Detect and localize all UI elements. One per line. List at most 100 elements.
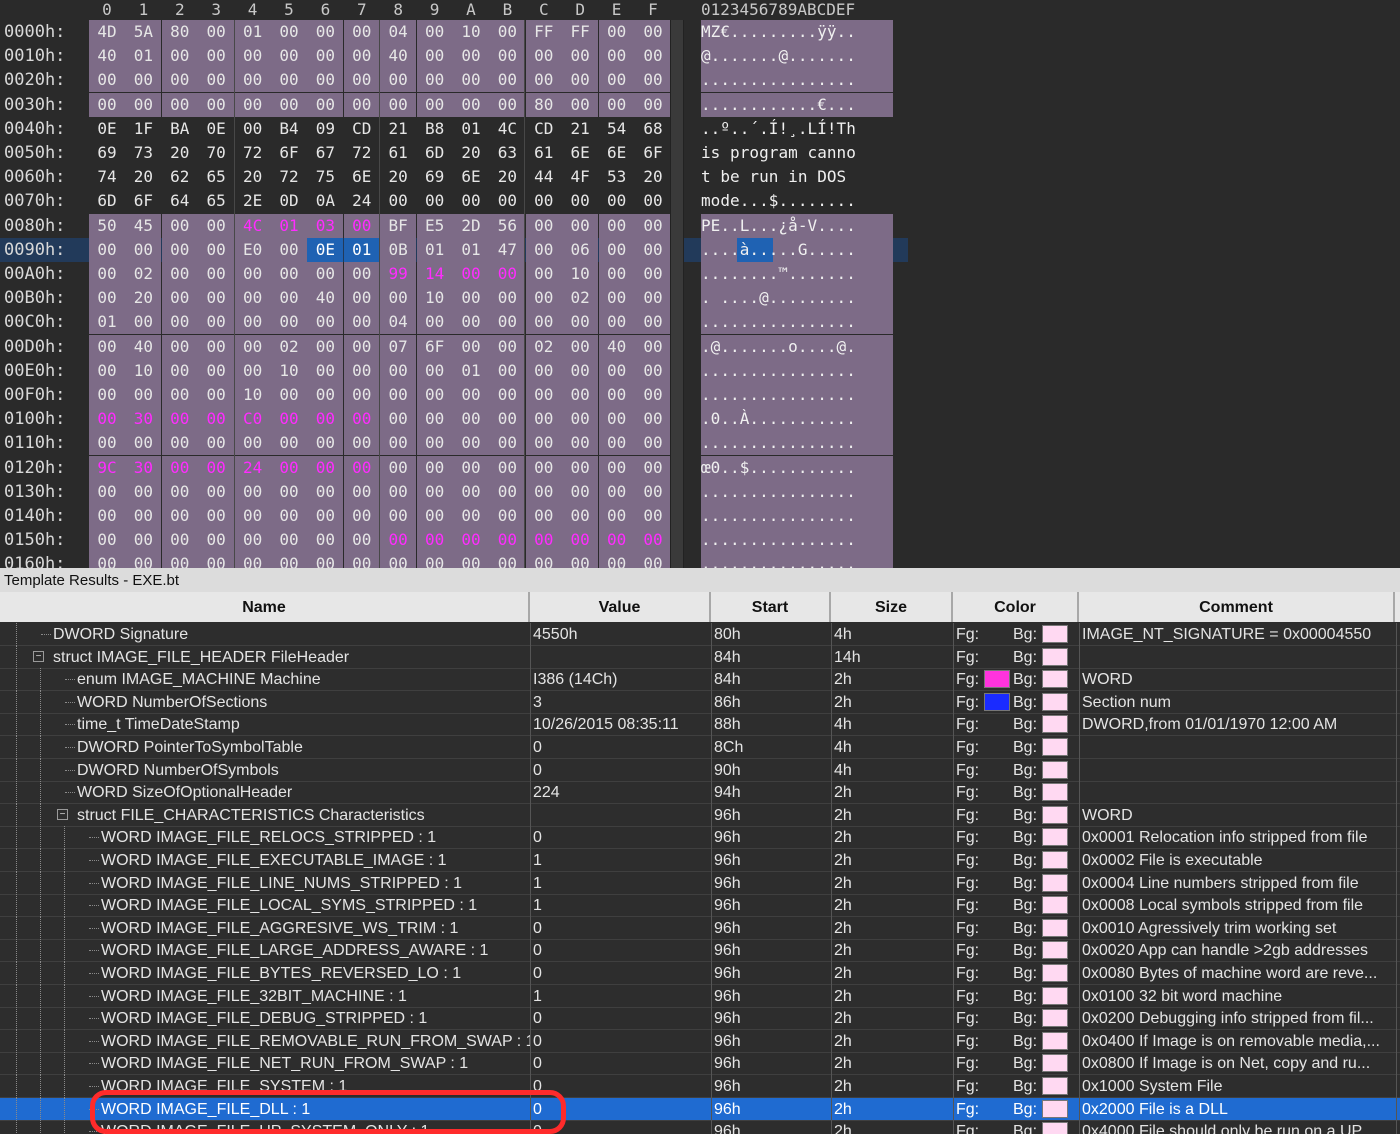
ascii-text[interactable]: ........™....... <box>701 262 893 286</box>
bg-color-swatch[interactable] <box>1042 670 1068 689</box>
hex-byte[interactable]: 00 <box>416 358 453 383</box>
hex-byte[interactable]: 00 <box>635 552 671 568</box>
hex-byte[interactable]: B4 <box>271 117 307 141</box>
bg-color-swatch[interactable] <box>1042 986 1068 1005</box>
template-row[interactable]: WORD IMAGE_FILE_LARGE_ADDRESS_AWARE : 1 0… <box>0 939 1400 963</box>
template-row[interactable]: WORD IMAGE_FILE_DLL : 1 0 96h 2h Fg: Bg: 0x200… <box>0 1097 1400 1121</box>
hex-byte[interactable]: 00 <box>161 528 198 553</box>
hex-byte[interactable]: 61 <box>380 141 416 165</box>
hex-byte[interactable]: 00 <box>416 407 453 432</box>
hex-byte[interactable]: 00 <box>161 262 198 286</box>
hex-byte[interactable]: 00 <box>489 528 526 553</box>
hex-byte[interactable]: 6E <box>344 165 380 189</box>
hex-byte[interactable]: 00 <box>271 44 307 69</box>
hex-byte[interactable]: 20 <box>162 141 198 165</box>
hex-byte[interactable]: 00 <box>525 383 562 407</box>
ascii-text[interactable]: ................ <box>701 358 893 383</box>
hex-byte[interactable]: 00 <box>598 20 635 44</box>
hex-byte[interactable]: 00 <box>380 528 417 553</box>
hex-byte[interactable]: 00 <box>453 92 489 117</box>
hex-byte[interactable]: 00 <box>307 20 344 44</box>
hex-byte[interactable]: 6E <box>599 141 635 165</box>
hex-byte[interactable]: 00 <box>562 213 599 238</box>
hex-byte[interactable]: 4F <box>562 165 598 189</box>
hex-row[interactable]: 0030h: 00 00 00 00 00 00 00 00 00 00 00 00 80 00 00 00..… <box>0 92 1400 117</box>
hex-byte[interactable]: 00 <box>453 334 489 359</box>
bg-color-swatch[interactable] <box>1042 828 1068 847</box>
hex-byte[interactable]: 00 <box>525 44 562 69</box>
hex-byte[interactable]: 00 <box>598 552 635 568</box>
hex-byte[interactable]: 00 <box>307 407 344 432</box>
hex-byte[interactable]: 00 <box>598 383 635 407</box>
hex-byte[interactable]: 00 <box>343 358 380 383</box>
hex-byte[interactable]: 00 <box>234 431 271 456</box>
hex-byte[interactable]: 00 <box>489 286 526 311</box>
hex-byte[interactable]: 07 <box>380 334 417 359</box>
hex-byte[interactable]: 00 <box>525 358 562 383</box>
hex-byte[interactable]: 00 <box>635 528 671 553</box>
hex-byte[interactable]: 00 <box>343 20 380 44</box>
hex-byte[interactable]: 00 <box>89 528 125 553</box>
hex-byte[interactable]: 00 <box>453 504 489 528</box>
hex-byte[interactable]: 00 <box>416 20 453 44</box>
hex-byte[interactable]: 00 <box>198 286 235 311</box>
ascii-text[interactable]: ................ <box>701 383 893 407</box>
hex-byte[interactable]: 00 <box>161 407 198 432</box>
hex-byte[interactable]: 00 <box>343 552 380 568</box>
hex-byte[interactable]: 00 <box>635 358 671 383</box>
ascii-text[interactable]: MZ€.........ÿÿ.. <box>701 20 893 44</box>
hex-row[interactable]: 00C0h: 01 00 00 00 00 00 00 00 04 00 00 00 00 00 00 00..… <box>0 310 1400 335</box>
hex-byte[interactable]: 00 <box>380 479 417 504</box>
template-row[interactable]: WORD SizeOfOptionalHeader 224 94h 2h Fg: Bg: <box>0 781 1400 805</box>
hex-byte[interactable]: 00 <box>525 431 562 456</box>
hex-byte[interactable]: 00 <box>161 44 198 69</box>
hex-byte[interactable]: 00 <box>271 286 307 311</box>
template-row[interactable]: WORD IMAGE_FILE_UP_SYSTEM_ONLY : 1 0 96h 2h… <box>0 1120 1400 1134</box>
ascii-text[interactable]: . ....@......... <box>701 286 893 311</box>
hex-byte[interactable]: 00 <box>234 286 271 311</box>
hex-row[interactable]: 0080h: 50 45 00 00 4C 01 03 00 BF E5 2D 56 00 00 00 00 PE… <box>0 213 1400 238</box>
bg-color-swatch[interactable] <box>1042 692 1068 711</box>
hex-byte[interactable]: 00 <box>271 20 307 44</box>
hex-byte[interactable]: 00 <box>89 431 125 456</box>
hex-row[interactable]: 00B0h: 00 20 00 00 00 00 40 00 00 10 00 00 00 02 00 00. … <box>0 286 1400 311</box>
hex-byte[interactable]: 00 <box>198 552 235 568</box>
hex-byte[interactable]: 00 <box>89 334 125 359</box>
hex-byte[interactable]: 50 <box>89 213 125 238</box>
hex-byte[interactable]: 00 <box>635 262 671 286</box>
hex-byte[interactable]: 00 <box>525 479 562 504</box>
hex-byte[interactable]: 00 <box>635 479 671 504</box>
hex-byte[interactable]: 00 <box>198 237 235 262</box>
hex-byte[interactable]: 20 <box>380 165 416 189</box>
template-row[interactable]: time_t TimeDateStamp 10/26/2015 08:35:11 8… <box>0 713 1400 737</box>
hex-byte[interactable]: 00 <box>307 262 344 286</box>
bg-color-swatch[interactable] <box>1042 783 1068 802</box>
hex-byte[interactable]: 00 <box>380 504 417 528</box>
hex-byte[interactable]: 00 <box>489 358 526 383</box>
hex-byte[interactable]: 00 <box>526 189 562 213</box>
hex-byte[interactable]: 00 <box>380 68 417 93</box>
hex-byte[interactable]: 00 <box>489 383 526 407</box>
hex-byte[interactable]: 00 <box>489 431 526 456</box>
fg-color-swatch[interactable] <box>984 692 1010 711</box>
hex-byte[interactable]: 6E <box>453 165 489 189</box>
hex-byte[interactable]: 00 <box>416 92 453 117</box>
hex-byte[interactable]: 00 <box>271 504 307 528</box>
hex-byte[interactable]: 00 <box>525 262 562 286</box>
hex-byte[interactable]: 00 <box>343 68 380 93</box>
hex-byte[interactable]: B8 <box>417 117 453 141</box>
hex-byte[interactable]: 00 <box>343 479 380 504</box>
hex-byte[interactable]: 00 <box>525 286 562 311</box>
hex-byte[interactable]: 4C <box>234 213 271 238</box>
hex-byte[interactable]: 00 <box>198 213 235 238</box>
hex-byte[interactable]: 00 <box>234 479 271 504</box>
hex-byte[interactable]: 54 <box>599 117 635 141</box>
hex-byte[interactable]: 00 <box>307 68 344 93</box>
hex-byte[interactable]: 00 <box>562 358 599 383</box>
column-header-name[interactable]: Name <box>0 592 530 622</box>
template-row[interactable]: DWORD Signature 4550h 80h 4h Fg: Bg: IMAGE_NT_… <box>0 623 1400 646</box>
hex-byte[interactable]: 10 <box>234 383 271 407</box>
hex-byte[interactable]: 6F <box>416 334 453 359</box>
hex-byte[interactable]: 00 <box>598 262 635 286</box>
hex-byte[interactable]: 44 <box>526 165 562 189</box>
